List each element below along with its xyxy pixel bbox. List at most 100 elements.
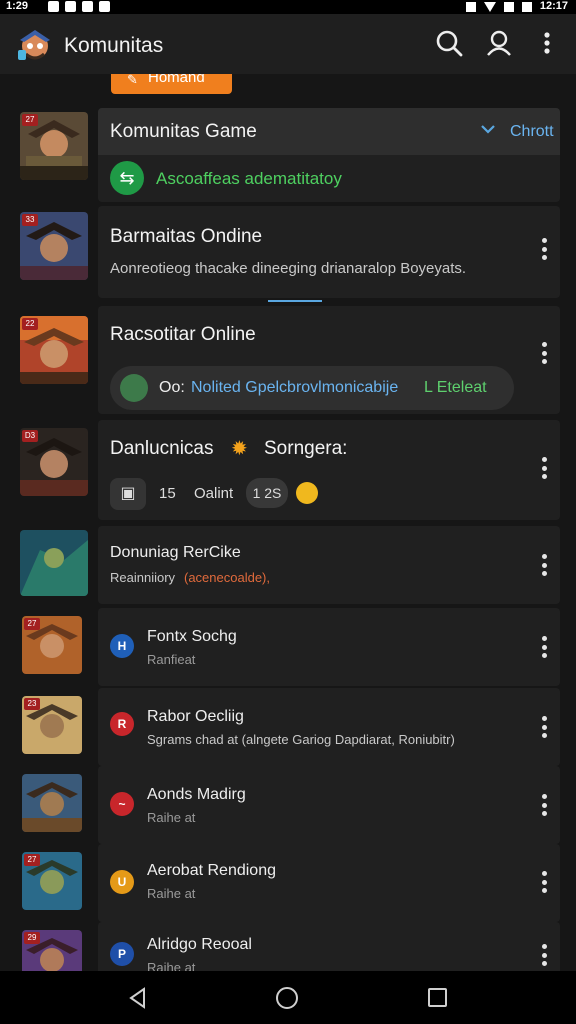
- profile-icon[interactable]: [484, 28, 514, 58]
- list-item[interactable]: ✎ Homand: [0, 74, 576, 98]
- card-title: Racsotitar Online: [110, 324, 256, 345]
- list-item[interactable]: D3 Danlucnicas ✹ Sorngera: ▣ 15 Oalint 1…: [0, 418, 576, 522]
- card-title: Aonds Madirg: [147, 786, 246, 803]
- card-subtitle: Raihe at: [147, 810, 196, 825]
- community-icon: R: [110, 712, 134, 736]
- avatar: [120, 374, 148, 402]
- more-options-icon[interactable]: [540, 871, 548, 893]
- card-title: Donuniag RerCike: [110, 544, 241, 561]
- card-title: Barmaitas Ondine: [110, 226, 263, 247]
- list-item[interactable]: 23 R Rabor Oecliig Sgrams chad at (alnge…: [0, 688, 576, 766]
- signal-icon: [503, 1, 514, 12]
- list-item[interactable]: Donuniag RerCike Reainniiory (acenecoald…: [0, 524, 576, 606]
- card-subtitle: Raihe at: [147, 886, 196, 901]
- notification-icon: [99, 1, 110, 12]
- wifi-icon: [483, 1, 496, 12]
- homand-chip[interactable]: ✎ Homand: [111, 74, 232, 94]
- app-logo-icon: [16, 26, 54, 62]
- card-title: Alridgo Reooal: [147, 936, 252, 953]
- game-thumbnail: [20, 530, 88, 596]
- emoji-icon: [296, 482, 318, 504]
- list-item[interactable]: 22 Racsotitar Online Oo: Nolited Gpelcbr…: [0, 304, 576, 416]
- game-thumbnail: 29: [22, 930, 82, 971]
- thumbnail-badge: 29: [24, 932, 40, 944]
- game-thumbnail: 27: [20, 112, 88, 180]
- thumbnail-badge: 23: [24, 698, 40, 710]
- list-item[interactable]: 27 H Fontx Sochg Ranfieat: [0, 608, 576, 686]
- search-icon[interactable]: [434, 28, 464, 58]
- more-options-icon[interactable]: [532, 28, 562, 58]
- more-options-icon[interactable]: [540, 794, 548, 816]
- chip-label: Homand: [148, 74, 205, 86]
- thumbnail-badge: 33: [22, 214, 38, 226]
- chip-icon: ✎: [127, 74, 138, 87]
- vibrate-icon: [465, 1, 476, 12]
- community-card[interactable]: Racsotitar Online Oo: Nolited Gpelcbrovl…: [98, 306, 560, 414]
- card-subtitle: Sgrams chad at (alngete Gariog Dapdiarat…: [147, 732, 455, 747]
- thumbnail-badge: 27: [24, 618, 40, 630]
- more-options-icon[interactable]: [540, 238, 548, 260]
- community-card[interactable]: [98, 844, 560, 922]
- info-pill[interactable]: Oo: Nolited Gpelcbrovlmonicabije L Etele…: [110, 366, 514, 410]
- more-options-icon[interactable]: [540, 554, 548, 576]
- card-title-secondary: Sorngera:: [264, 438, 348, 459]
- header-action[interactable]: Chrott: [510, 123, 554, 141]
- back-icon[interactable]: [128, 987, 148, 1014]
- pill-prefix: Oo:: [159, 379, 185, 396]
- pill-link[interactable]: Nolited Gpelcbrovlmonicabije: [191, 379, 398, 397]
- game-thumbnail: D3: [20, 428, 88, 496]
- check-icon: ⇆: [110, 161, 144, 195]
- community-icon: U: [110, 870, 134, 894]
- game-thumbnail: 27: [22, 616, 82, 674]
- community-card[interactable]: [98, 688, 560, 766]
- community-card[interactable]: Komunitas Game Chrott ⇆ Ascoaffeas adema…: [98, 108, 560, 202]
- chevron-down-icon[interactable]: [480, 122, 496, 141]
- app-bar: Komunitas: [0, 14, 576, 74]
- community-list[interactable]: ✎ Homand 27 Komunitas Game Chrott ⇆ Asco…: [0, 74, 576, 971]
- pill-suffix[interactable]: L Eteleat: [424, 379, 487, 397]
- more-options-icon[interactable]: [540, 716, 548, 738]
- card-header[interactable]: Komunitas Game Chrott: [98, 108, 560, 155]
- card-subtitle: Reainniiory: [110, 570, 176, 585]
- more-options-icon[interactable]: [540, 457, 548, 479]
- page-title: Komunitas: [64, 34, 164, 57]
- game-thumbnail: [22, 774, 82, 832]
- community-card[interactable]: Barmaitas Ondine Aonreotieog thacake din…: [98, 206, 560, 298]
- list-item[interactable]: 27 U Aerobat Rendiong Raihe at: [0, 844, 576, 922]
- status-text: Ascoaffeas adematitatoy: [156, 169, 342, 188]
- card-subtitle: Ranfieat: [147, 652, 196, 667]
- count-pill: 1 2S: [246, 478, 288, 508]
- list-item[interactable]: 29 P Alridgo Reooal Raihe at: [0, 922, 576, 971]
- list-item[interactable]: ~ Aonds Madirg Raihe at: [0, 766, 576, 844]
- card-title: Danlucnicas: [110, 438, 214, 459]
- notification-icon: [48, 1, 59, 12]
- list-item[interactable]: 33 Barmaitas Ondine Aonreotieog thacake …: [0, 202, 576, 302]
- battery-icon: [521, 1, 532, 12]
- community-card[interactable]: Donuniag RerCike Reainniiory (acenecoald…: [98, 526, 560, 604]
- more-options-icon[interactable]: [540, 944, 548, 966]
- card-title: Aerobat Rendiong: [147, 862, 276, 879]
- community-icon: P: [110, 942, 134, 966]
- card-subtitle: Aonreotieog thacake dineeging drianaralo…: [110, 260, 467, 277]
- community-card[interactable]: [98, 608, 560, 686]
- list-item[interactable]: 27 Komunitas Game Chrott ⇆ Ascoaffeas ad…: [0, 102, 576, 202]
- game-thumbnail: 22: [20, 316, 88, 384]
- card-subtitle: Raihe at: [147, 960, 196, 971]
- notification-icon: [82, 1, 93, 12]
- community-icon: H: [110, 634, 134, 658]
- recent-apps-icon[interactable]: [428, 988, 447, 1007]
- scroll-indicator: [268, 300, 322, 302]
- more-options-icon[interactable]: [540, 342, 548, 364]
- status-bar: 1:29 12:17: [0, 0, 576, 14]
- system-icons: 12:17: [465, 0, 568, 13]
- game-thumbnail: 23: [22, 696, 82, 754]
- navigation-bar: [0, 971, 576, 1024]
- more-options-icon[interactable]: [540, 636, 548, 658]
- notification-icons: [48, 1, 110, 12]
- clipboard-icon[interactable]: ▣: [110, 478, 146, 510]
- game-thumbnail: 27: [22, 852, 82, 910]
- home-icon[interactable]: [276, 987, 298, 1009]
- community-card[interactable]: Danlucnicas ✹ Sorngera: ▣ 15 Oalint 1 2S: [98, 420, 560, 520]
- community-card[interactable]: [98, 766, 560, 844]
- thumbnail-badge: 27: [24, 854, 40, 866]
